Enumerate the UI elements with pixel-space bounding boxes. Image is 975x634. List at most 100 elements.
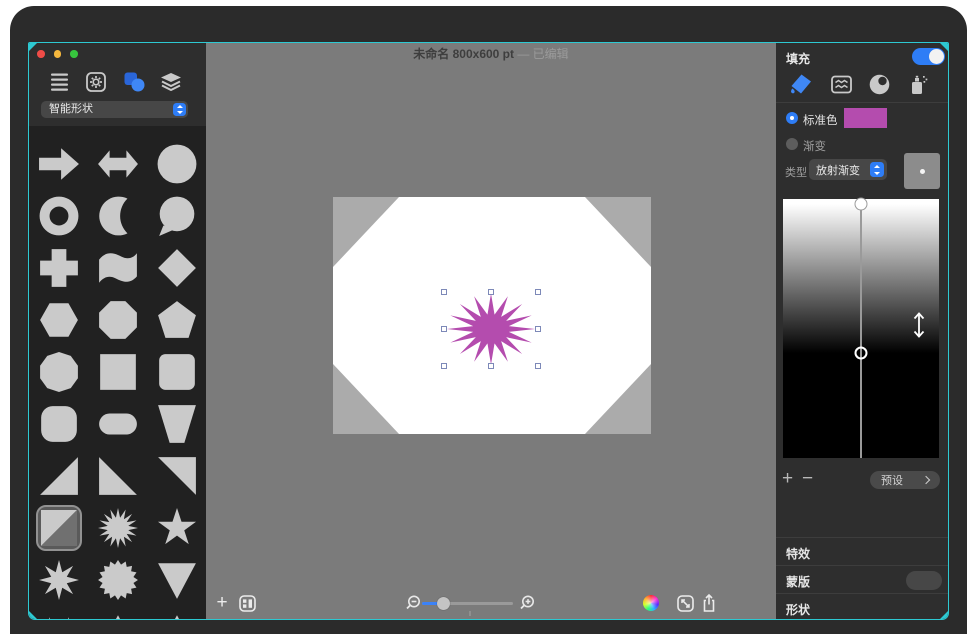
resize-icon [677,595,694,612]
minimize-button[interactable] [54,50,62,58]
close-button[interactable] [37,50,45,58]
section-mask[interactable]: 蒙版 [776,565,949,593]
selection-handle[interactable] [441,289,447,295]
shape-cell-double-peak[interactable] [29,606,88,620]
artboards-button[interactable] [238,594,256,612]
sidebar-toolbar [29,69,206,95]
zoom-out-button[interactable] [404,594,422,612]
add-stop-button[interactable]: + [782,469,793,489]
shape-cell-right-triangle-tr[interactable] [147,450,206,502]
tab-sphere-fill[interactable] [866,71,892,97]
shape-cell-arrow-left-right[interactable] [88,138,147,190]
add-artboard-button[interactable]: + [213,593,231,613]
gradient-stop-start[interactable] [855,198,868,211]
tab-pattern-fill[interactable] [828,71,854,97]
selection-handle[interactable] [535,289,541,295]
share-button[interactable] [700,592,718,613]
color-picker-button[interactable] [642,594,660,612]
star-5-icon [156,507,198,549]
rounded-square-icon [156,351,198,393]
gradient-editor[interactable] [783,199,939,458]
layers-button[interactable] [158,69,184,95]
corner-triangle-shape[interactable] [333,197,399,267]
shape-cell-decagon[interactable] [29,346,88,398]
shape-cell-hexagon[interactable] [29,294,88,346]
presets-button[interactable]: 预设 [870,471,940,489]
settings-button[interactable] [83,69,109,95]
shape-cell-cross[interactable] [29,242,88,294]
remove-stop-button[interactable]: − [802,469,813,489]
shape-cell-trapezoid-inverted[interactable] [147,398,206,450]
selection-box [444,292,538,366]
shape-cell-star-5[interactable] [147,502,206,554]
zoom-in-button[interactable] [518,594,536,612]
shape-cell-triangle-down[interactable] [147,554,206,606]
shape-cell-right-triangle-br[interactable] [29,450,88,502]
shape-cell-right-triangle-bl[interactable] [88,450,147,502]
selection-handle[interactable] [535,326,541,332]
selection-handle[interactable] [441,363,447,369]
shape-cell-triangle-up[interactable] [147,606,206,620]
shape-cell-speech-bubble[interactable] [147,190,206,242]
section-label: 特效 [786,545,810,562]
arrow-left-right-icon [97,143,139,185]
menu-icon [51,73,68,91]
shape-cell-starburst-16[interactable] [88,502,147,554]
shape-cell-octagon[interactable] [88,294,147,346]
shape-library-grid [29,126,206,620]
starburst-16-icon [97,507,139,549]
resize-view-button[interactable] [676,594,694,612]
standard-color-radio[interactable] [786,112,798,124]
canvas-area[interactable]: 未命名 800x600 pt — 已编辑 [206,43,776,619]
selection-handle[interactable] [488,363,494,369]
zoom-slider[interactable] [422,596,513,610]
shape-cell-capsule[interactable] [88,398,147,450]
fill-toggle[interactable] [912,48,945,65]
gradient-type-dropdown[interactable]: 放射渐变 [809,159,887,180]
zoom-slider-knob[interactable] [437,597,450,610]
artboards-icon [239,595,256,612]
shape-cell-split-square[interactable] [36,505,82,551]
shape-cell-rounded-square-large[interactable] [29,398,88,450]
tab-spray-fill[interactable] [905,71,931,97]
circle-icon [156,143,198,185]
shape-cell-crescent[interactable] [88,190,147,242]
shape-cell-circle[interactable] [147,138,206,190]
artboard[interactable] [333,197,651,434]
zoom-out-icon [405,595,421,611]
gradient-stops-controls: + − 预设 [776,467,949,491]
shape-cell-ring[interactable] [29,190,88,242]
gradient-center-widget[interactable] [904,153,940,189]
standard-color-label: 标准色 [803,112,838,128]
section-effects[interactable]: 特效 [776,537,949,565]
selection-handle[interactable] [535,363,541,369]
shape-cell-diamond[interactable] [147,242,206,294]
shape-cell-arrow-right[interactable] [29,138,88,190]
gradient-radio[interactable] [786,138,798,150]
shapes-library-button[interactable] [121,69,147,95]
shape-cell-square[interactable] [88,346,147,398]
menu-button[interactable] [46,69,72,95]
shape-cell-pentagon[interactable] [147,294,206,346]
mask-toggle[interactable] [906,571,942,590]
corner-triangle-shape[interactable] [585,364,651,434]
shape-cell-rounded-square[interactable] [147,346,206,398]
selection-handle[interactable] [441,326,447,332]
dropdown-stepper-icon [173,103,186,116]
shape-cell-wave-flag[interactable] [88,242,147,294]
shape-cell-star-8[interactable] [29,554,88,606]
triangle-down-icon [156,559,198,601]
shape-category-dropdown[interactable]: 智能形状 [41,101,188,118]
corner-triangle-shape[interactable] [333,364,399,434]
triangle-up-icon [97,611,139,620]
standard-color-swatch[interactable] [844,108,887,128]
selection-handle[interactable] [488,289,494,295]
right-triangle-bl-icon [97,455,139,497]
gradient-stop-end[interactable] [855,347,868,360]
shape-cell-seal[interactable] [88,554,147,606]
tab-color-fill[interactable] [788,71,814,97]
corner-triangle-shape[interactable] [585,197,651,267]
section-shape[interactable]: 形状 [776,593,949,620]
zoom-window-button[interactable] [70,50,78,58]
shape-cell-triangle-up[interactable] [88,606,147,620]
